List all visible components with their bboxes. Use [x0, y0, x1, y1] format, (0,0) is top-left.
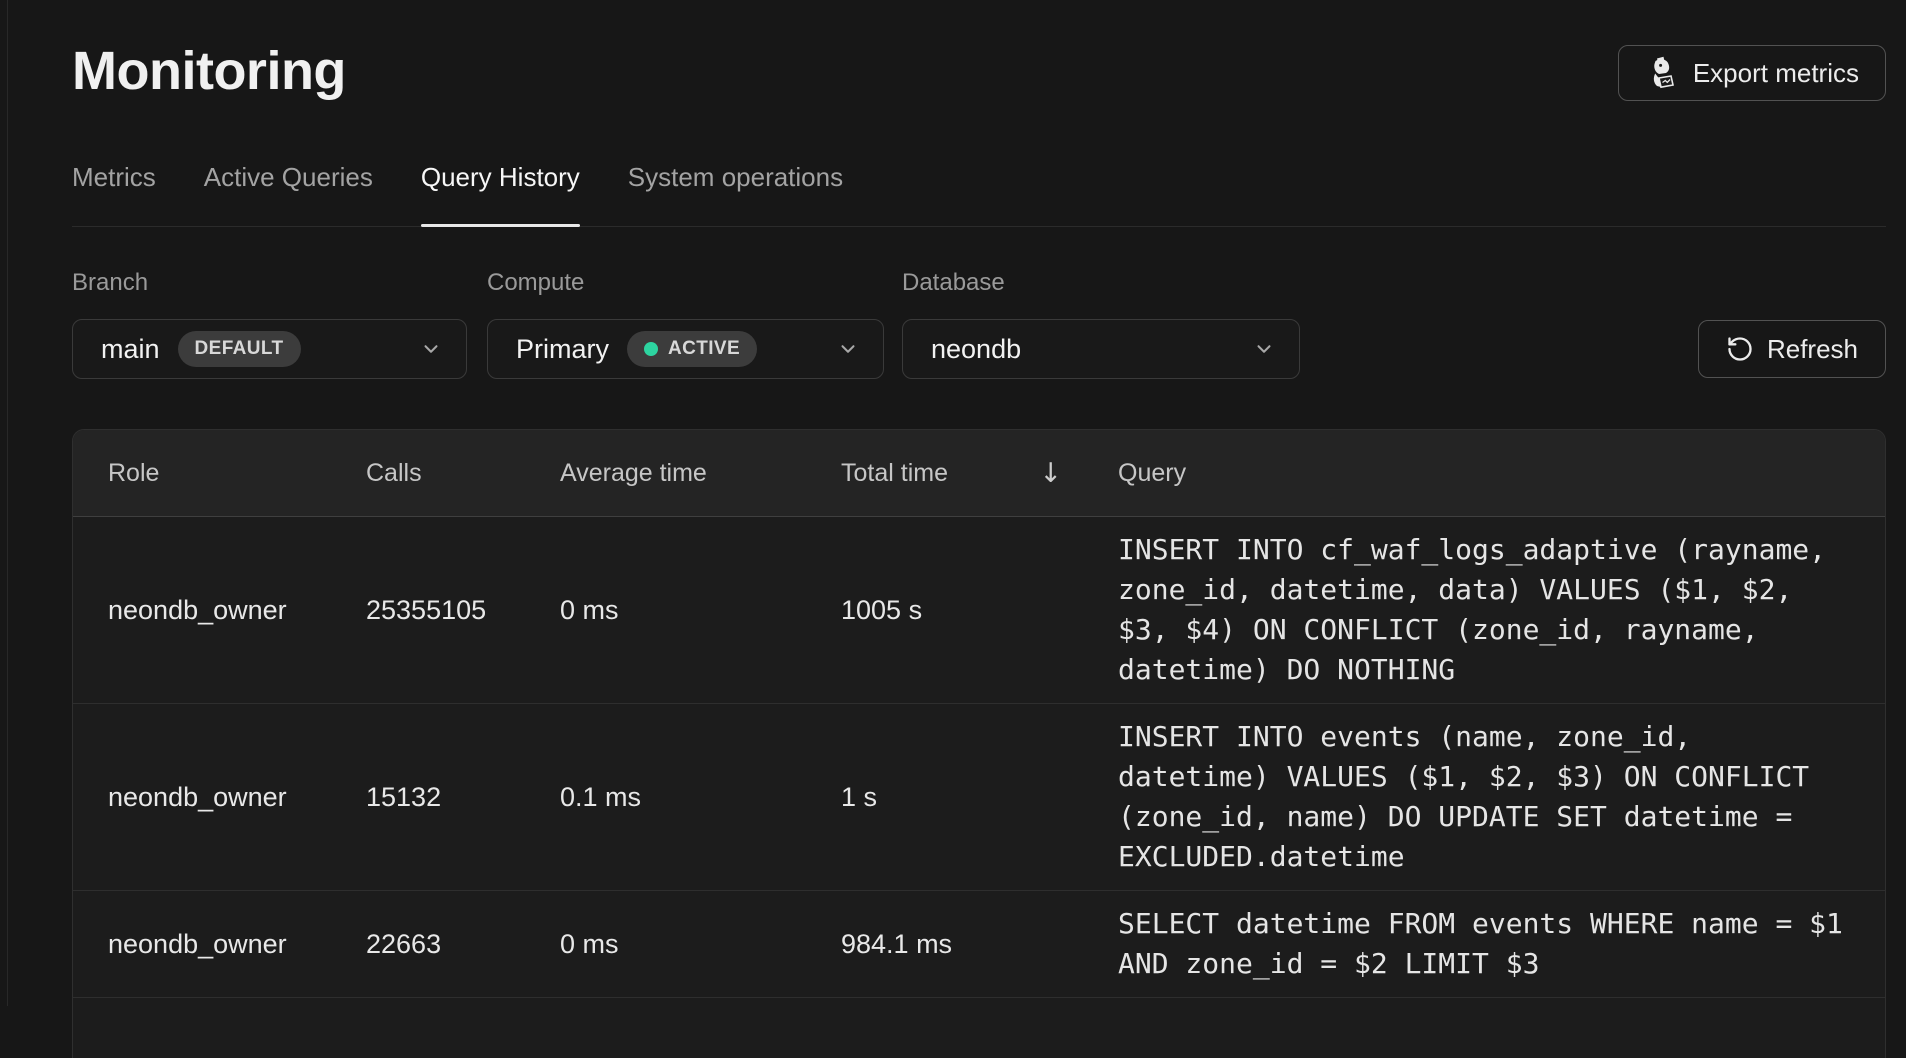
column-header-calls[interactable]: Calls: [366, 459, 560, 488]
datadog-icon: [1645, 56, 1679, 90]
compute-filter: Compute Primary ACTIVE: [487, 269, 884, 379]
column-header-query[interactable]: Query: [1118, 459, 1849, 488]
table-header: Role Calls Average time Total time ↓ Que…: [73, 430, 1885, 517]
cell-role: neondb_owner: [108, 782, 366, 813]
cell-total-time: 984.1 ms: [841, 929, 1118, 960]
branch-select[interactable]: main DEFAULT: [72, 319, 467, 379]
export-metrics-label: Export metrics: [1693, 58, 1859, 89]
filters-bar: Branch main DEFAULT Compute Primary ACTI…: [72, 269, 1886, 379]
cell-query: INSERT INTO events (name, zone_id, datet…: [1118, 717, 1848, 877]
cell-query: SELECT datetime FROM events WHERE name =…: [1118, 904, 1848, 984]
column-header-total-time[interactable]: Total time ↓: [841, 458, 1118, 489]
tab-system-operations[interactable]: System operations: [628, 162, 843, 226]
branch-value: main: [101, 334, 160, 365]
refresh-button[interactable]: Refresh: [1698, 320, 1886, 378]
window-edge-divider: [7, 0, 8, 1006]
chevron-down-icon: [420, 338, 442, 360]
cell-role: neondb_owner: [108, 595, 366, 626]
database-select[interactable]: neondb: [902, 319, 1300, 379]
column-header-role[interactable]: Role: [108, 459, 366, 488]
column-header-average-time[interactable]: Average time: [560, 459, 841, 488]
cell-average-time: 0 ms: [560, 595, 841, 626]
cell-calls: 22663: [366, 929, 560, 960]
tab-query-history[interactable]: Query History: [421, 162, 580, 226]
tab-metrics[interactable]: Metrics: [72, 162, 156, 226]
refresh-label: Refresh: [1767, 334, 1858, 365]
compute-label: Compute: [487, 269, 884, 297]
page-header: Monitoring Export metrics: [72, 40, 1886, 102]
refresh-icon: [1726, 335, 1754, 363]
query-history-table: Role Calls Average time Total time ↓ Que…: [72, 429, 1886, 1058]
table-row: neondb_owner 15132 0.1 ms 1 s INSERT INT…: [73, 704, 1885, 891]
compute-select[interactable]: Primary ACTIVE: [487, 319, 884, 379]
table-body: neondb_owner 25355105 0 ms 1005 s INSERT…: [73, 517, 1885, 998]
branch-filter: Branch main DEFAULT: [72, 269, 467, 379]
cell-role: neondb_owner: [108, 929, 366, 960]
sort-descending-icon: ↓: [1039, 458, 1062, 489]
cell-calls: 15132: [366, 782, 560, 813]
database-label: Database: [902, 269, 1300, 297]
cell-average-time: 0.1 ms: [560, 782, 841, 813]
cell-total-time: 1005 s: [841, 595, 1118, 626]
cell-query: INSERT INTO cf_waf_logs_adaptive (raynam…: [1118, 530, 1848, 690]
database-filter: Database neondb: [902, 269, 1300, 379]
table-row: neondb_owner 25355105 0 ms 1005 s INSERT…: [73, 517, 1885, 704]
branch-label: Branch: [72, 269, 467, 297]
cell-calls: 25355105: [366, 595, 560, 626]
chevron-down-icon: [1253, 338, 1275, 360]
database-value: neondb: [931, 334, 1021, 365]
chevron-down-icon: [837, 338, 859, 360]
tab-active-queries[interactable]: Active Queries: [204, 162, 373, 226]
page-title: Monitoring: [72, 40, 346, 102]
cell-average-time: 0 ms: [560, 929, 841, 960]
export-metrics-button[interactable]: Export metrics: [1618, 45, 1886, 101]
default-badge: DEFAULT: [178, 331, 301, 367]
tab-bar: Metrics Active Queries Query History Sys…: [72, 162, 1886, 227]
active-status-dot: [644, 342, 658, 356]
table-row-partial: [73, 998, 1885, 1058]
monitoring-page: Monitoring Export metrics Metrics Active: [0, 0, 1906, 1058]
cell-total-time: 1 s: [841, 782, 1118, 813]
compute-value: Primary: [516, 334, 609, 365]
active-status-badge: ACTIVE: [627, 331, 757, 367]
table-row: neondb_owner 22663 0 ms 984.1 ms SELECT …: [73, 891, 1885, 998]
